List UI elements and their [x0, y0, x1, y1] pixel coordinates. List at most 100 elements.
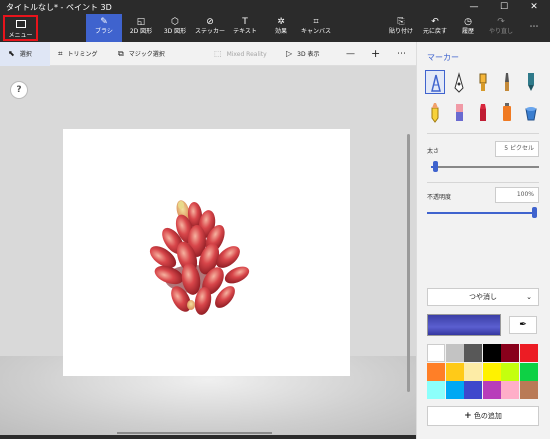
- fill-bucket-brush[interactable]: [521, 100, 541, 124]
- text-icon: T: [242, 17, 248, 27]
- thickness-slider-track[interactable]: [431, 166, 539, 168]
- 3d-view-button[interactable]: ▷ 3D 表示: [286, 42, 320, 66]
- thickness-slider-thumb[interactable]: [433, 161, 438, 172]
- spray-can-icon: [503, 103, 511, 121]
- oil-brush[interactable]: [473, 70, 493, 94]
- paste-icon: ⎘: [397, 17, 405, 27]
- watercolor-brush[interactable]: [497, 70, 517, 94]
- current-color-swatch[interactable]: [427, 314, 501, 336]
- color-swatch[interactable]: [445, 381, 464, 400]
- color-swatch[interactable]: [501, 344, 520, 362]
- color-swatch[interactable]: [445, 362, 464, 381]
- pencil-icon: [431, 103, 439, 123]
- zoom-in-button[interactable]: +: [371, 42, 380, 66]
- crop-icon: ⌗: [58, 49, 63, 58]
- help-button[interactable]: ?: [10, 81, 28, 99]
- eyedropper-icon: ✒: [519, 320, 527, 330]
- color-swatch[interactable]: [445, 344, 464, 362]
- redo-button[interactable]: ↷ やり直し: [486, 14, 516, 42]
- color-swatch[interactable]: [482, 344, 501, 362]
- cursor-icon: ⬉: [8, 49, 15, 58]
- opacity-slider-thumb[interactable]: [532, 207, 537, 218]
- calligraphy-pen-brush[interactable]: [449, 70, 469, 94]
- more-icon: ⋯: [529, 22, 539, 32]
- crayon-brush[interactable]: [473, 100, 493, 124]
- calligraphy-pen-icon: [454, 72, 464, 93]
- color-swatch[interactable]: [427, 344, 445, 362]
- spray-can-brush[interactable]: [497, 100, 517, 124]
- color-swatch[interactable]: [520, 344, 538, 362]
- finish-dropdown[interactable]: つや消し ⌄: [427, 288, 539, 306]
- tool-effects[interactable]: ✲ 効果: [264, 14, 298, 42]
- undo-button[interactable]: ↶ 元に戻す: [420, 14, 450, 42]
- close-button[interactable]: ✕: [519, 0, 549, 14]
- coral-succulent-image: [149, 200, 250, 315]
- color-swatch[interactable]: [464, 362, 483, 381]
- panel-divider-2: [427, 182, 539, 183]
- color-swatch[interactable]: [520, 381, 538, 400]
- redo-icon: ↷: [497, 17, 505, 27]
- undo-icon: ↶: [431, 17, 439, 27]
- thickness-value-field[interactable]: 5 ピクセル: [495, 141, 539, 157]
- eraser-brush[interactable]: [449, 100, 469, 124]
- eyedropper-button[interactable]: ✒: [509, 316, 537, 334]
- menu-folder-icon: [15, 20, 26, 28]
- brush-icon: ✎: [100, 17, 108, 27]
- add-color-button[interactable]: + 色の追加: [427, 406, 539, 426]
- tool-2d-shapes[interactable]: ◱ 2D 図形: [124, 14, 158, 42]
- zoom-out-button[interactable]: —: [346, 42, 355, 66]
- tool-stickers[interactable]: ⊘ ステッカー: [192, 14, 228, 42]
- panel-title: マーカー: [427, 53, 459, 62]
- canvas-artwork: [149, 200, 250, 315]
- vertical-scrollbar[interactable]: [407, 134, 410, 392]
- opacity-slider-track[interactable]: [427, 212, 535, 214]
- tool-text[interactable]: T テキスト: [228, 14, 262, 42]
- trim-button[interactable]: ⌗ トリミング: [58, 42, 98, 66]
- pixel-pen-brush[interactable]: [521, 70, 541, 94]
- minimize-button[interactable]: —: [459, 0, 489, 14]
- view-more-button[interactable]: ⋯: [397, 42, 406, 66]
- pixel-pen-icon: [528, 73, 534, 91]
- color-swatch[interactable]: [482, 381, 501, 400]
- select-button[interactable]: ⬉ 選択: [0, 42, 50, 66]
- ribbon-more-button[interactable]: ⋯: [522, 14, 546, 42]
- mixed-reality-button[interactable]: ⬚ Mixed Reality: [214, 42, 267, 66]
- brush-panel: マーカー 太さ 5 ピクセル 不透明度 100% つや消し ⌄ ✒ + 色の追加: [416, 42, 550, 439]
- 3d-view-icon: ▷: [286, 49, 293, 58]
- maximize-button[interactable]: ☐: [489, 0, 519, 14]
- color-swatch[interactable]: [464, 381, 483, 400]
- color-swatch[interactable]: [427, 381, 445, 400]
- 3d-shapes-icon: ⬡: [171, 17, 179, 27]
- thickness-label: 太さ: [427, 148, 440, 155]
- pencil-brush[interactable]: [425, 100, 445, 124]
- menu-button[interactable]: メニュー: [3, 15, 38, 41]
- color-swatch[interactable]: [482, 362, 501, 381]
- color-swatch[interactable]: [501, 381, 520, 400]
- history-button[interactable]: ◷ 履歴: [453, 14, 483, 42]
- marker-brush[interactable]: [425, 70, 445, 94]
- opacity-slider-fill: [427, 212, 535, 214]
- watercolor-icon: [505, 73, 509, 91]
- drawing-canvas[interactable]: [63, 129, 350, 376]
- effects-icon: ✲: [277, 17, 285, 27]
- window-title: タイトルなし* - ペイント 3D: [6, 3, 112, 12]
- stickers-icon: ⊘: [206, 17, 214, 27]
- magic-select-button[interactable]: ⧉ マジック選択: [118, 42, 165, 66]
- opacity-label: 不透明度: [427, 194, 452, 201]
- history-icon: ◷: [464, 17, 472, 27]
- opacity-value-field[interactable]: 100%: [495, 187, 539, 203]
- ribbon-toolbar: メニュー ✎ ブラシ ◱ 2D 図形 ⬡ 3D 図形 ⊘ ステッカー T テキス…: [0, 14, 550, 42]
- paste-button[interactable]: ⎘ 貼り付け: [386, 14, 416, 42]
- color-palette: [427, 344, 539, 400]
- color-swatch[interactable]: [427, 362, 445, 381]
- tool-canvas[interactable]: ⌗ キャンバス: [298, 14, 334, 42]
- color-swatch[interactable]: [520, 362, 538, 381]
- crayon-icon: [480, 104, 486, 121]
- color-swatch[interactable]: [501, 362, 520, 381]
- plus-icon: +: [464, 411, 472, 421]
- color-swatch[interactable]: [464, 344, 483, 362]
- title-bar: タイトルなし* - ペイント 3D — ☐ ✕: [0, 0, 550, 14]
- horizontal-scrollbar[interactable]: [117, 432, 272, 434]
- tool-3d-shapes[interactable]: ⬡ 3D 図形: [158, 14, 192, 42]
- tool-brushes[interactable]: ✎ ブラシ: [86, 14, 122, 42]
